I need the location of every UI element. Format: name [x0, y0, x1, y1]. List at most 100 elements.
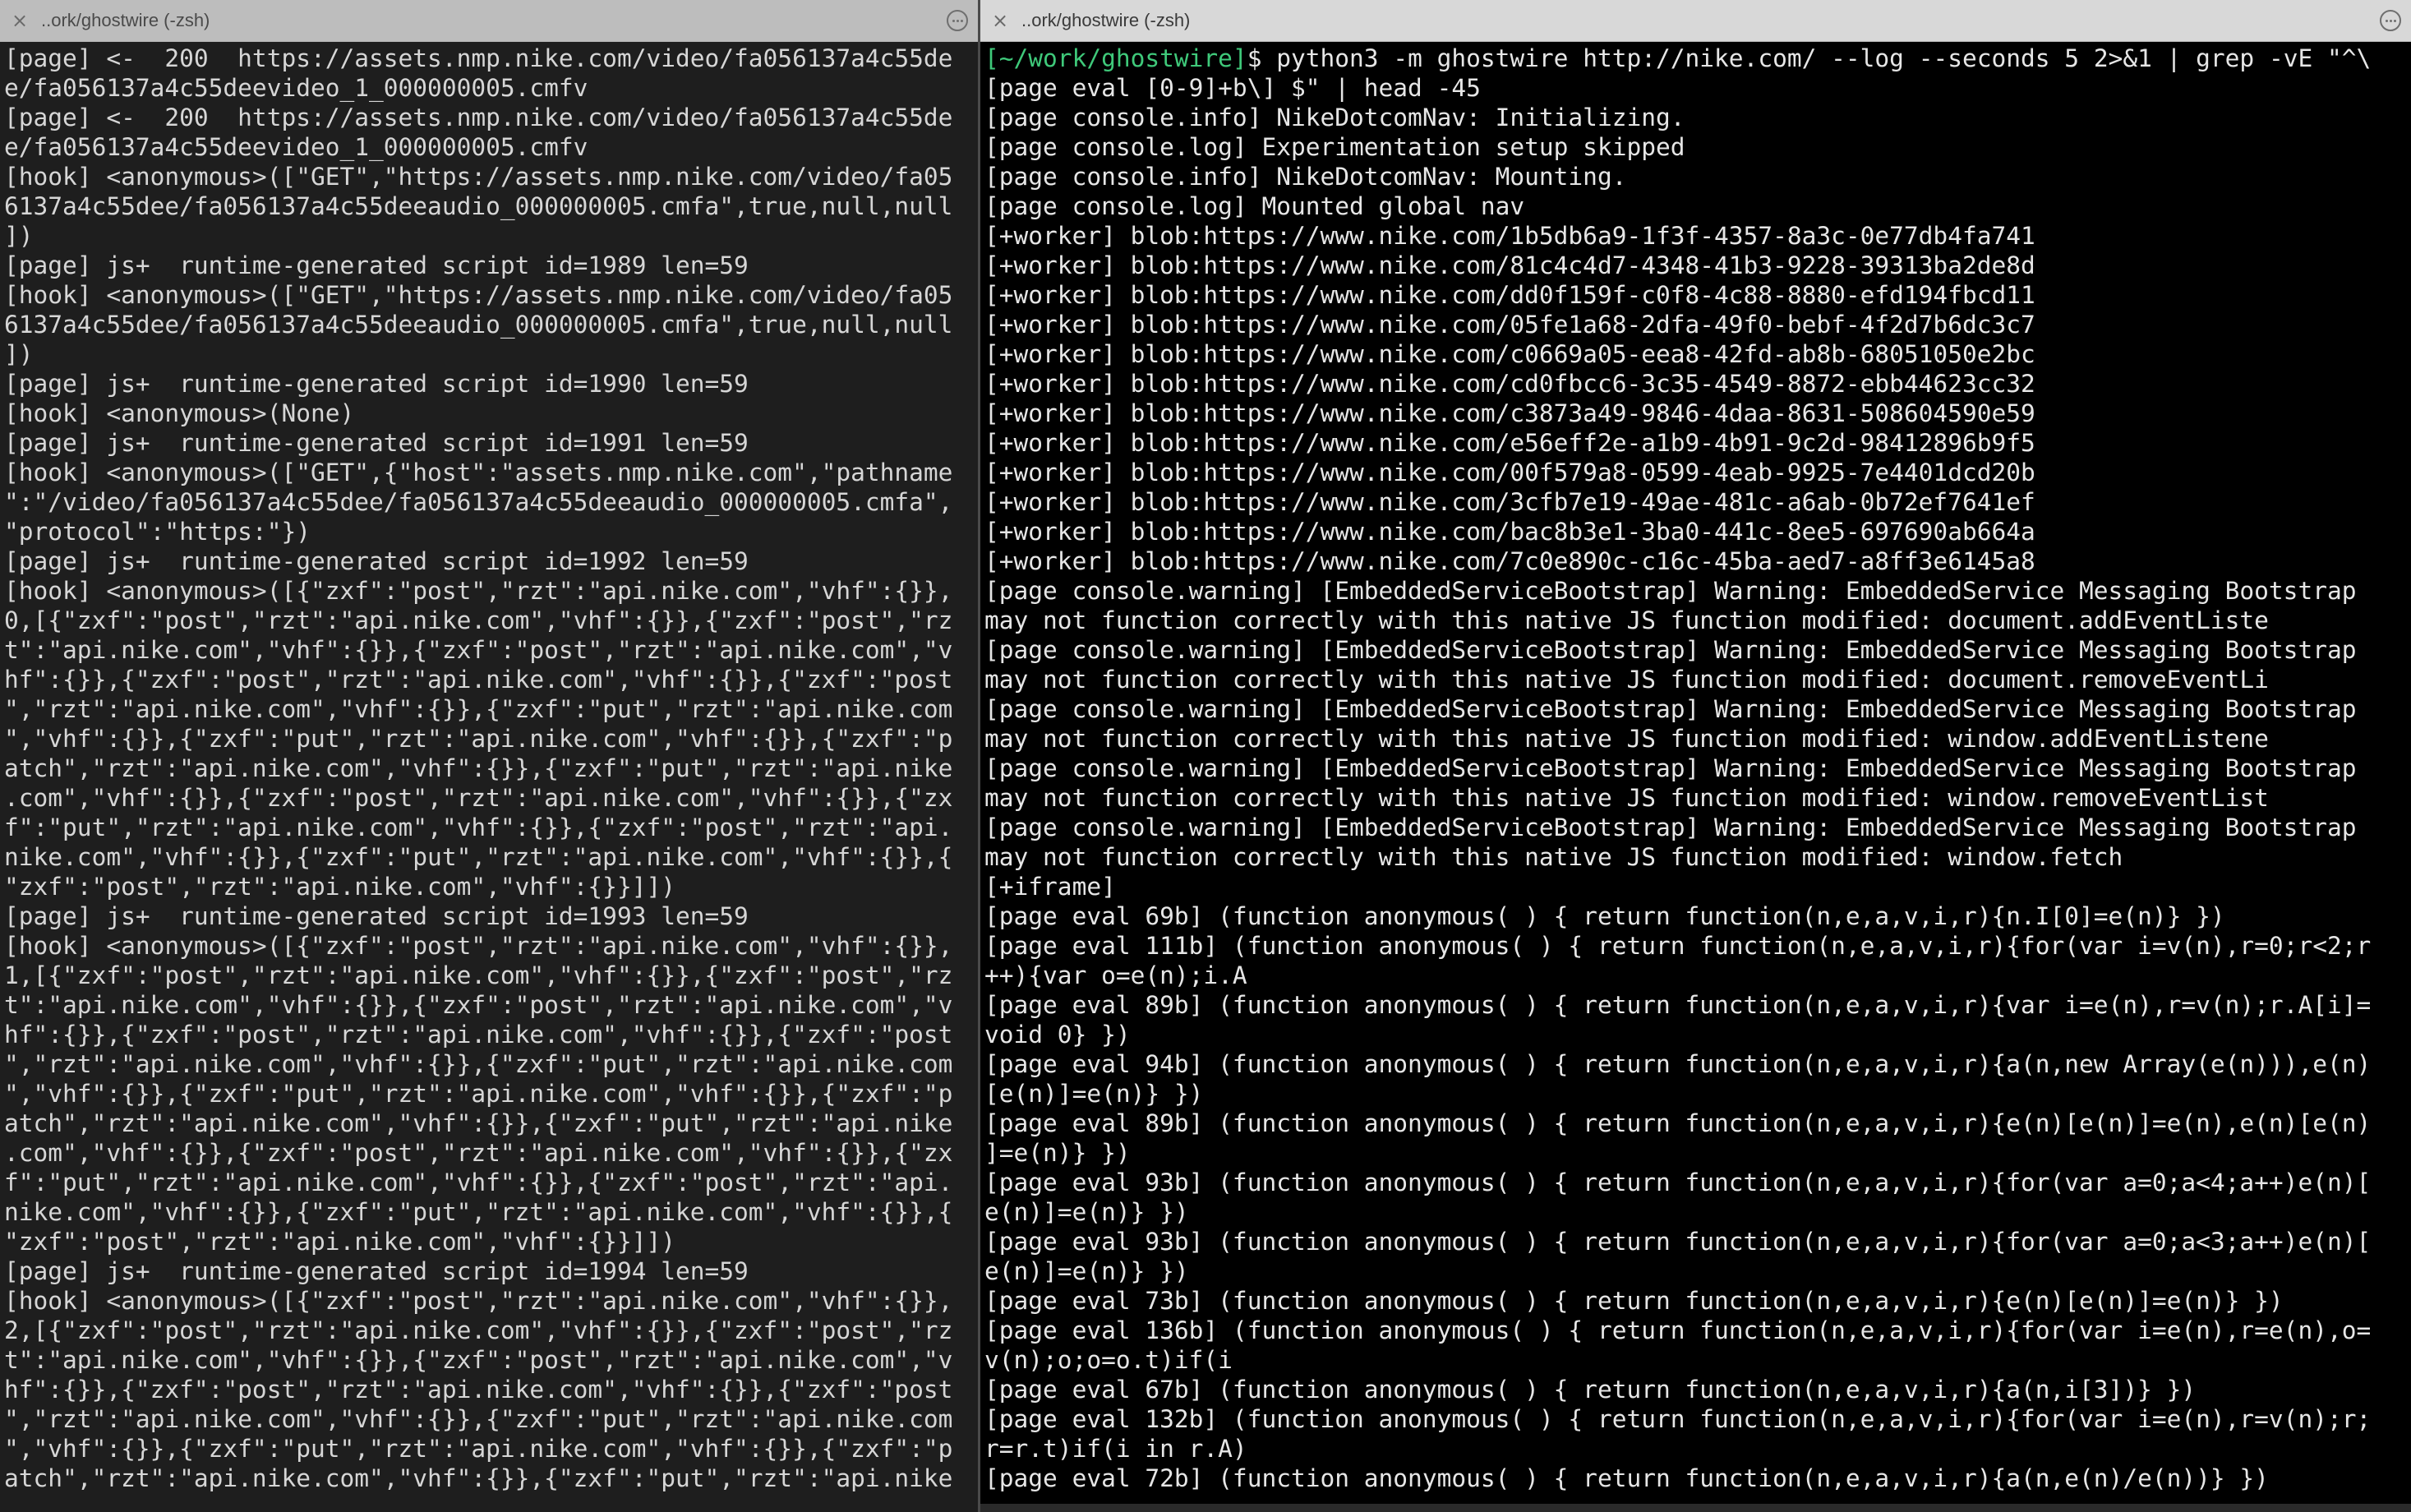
terminal-line: t":"api.nike.com","vhf":{}},{"zxf":"post…: [4, 636, 953, 664]
terminal-line: atch","rzt":"api.nike.com","vhf":{}},{"z…: [4, 1109, 953, 1137]
terminal-line: [page eval 94b] (function anonymous( ) {…: [984, 1050, 2372, 1078]
terminal-line: [+worker] blob:https://www.nike.com/1b5d…: [984, 222, 2035, 250]
terminal-line: may not function correctly with this nat…: [984, 843, 2123, 871]
terminal-line: 6137a4c55dee/fa056137a4c55deeaudio_00000…: [4, 192, 953, 220]
terminal-line: ":"/video/fa056137a4c55dee/fa056137a4c55…: [4, 488, 953, 516]
terminal-line: ","rzt":"api.nike.com","vhf":{}},{"zxf":…: [4, 1050, 953, 1078]
terminal-line: [page console.warning] [EmbeddedServiceB…: [984, 814, 2357, 841]
terminal-line: hf":{}},{"zxf":"post","rzt":"api.nike.co…: [4, 666, 953, 694]
terminal-line: ","rzt":"api.nike.com","vhf":{}},{"zxf":…: [4, 1405, 953, 1433]
command-text: python3 -m ghostwire http://nike.com/ --…: [1261, 44, 2372, 72]
terminal-line: [+worker] blob:https://www.nike.com/cd0f…: [984, 370, 2035, 398]
terminal-line: [+worker] blob:https://www.nike.com/dd0f…: [984, 281, 2035, 309]
terminal-line: [page] js+ runtime-generated script id=1…: [4, 429, 749, 457]
terminal-line: f":"put","rzt":"api.nike.com","vhf":{}},…: [4, 1169, 953, 1196]
terminal-line: [page] js+ runtime-generated script id=1…: [4, 251, 749, 279]
terminal-line: [page console.info] NikeDotcomNav: Initi…: [984, 104, 1685, 131]
terminal-line: void 0} }): [984, 1021, 1131, 1049]
terminal-line: 6137a4c55dee/fa056137a4c55deeaudio_00000…: [4, 311, 953, 339]
terminal-output-left[interactable]: [page] <- 200 https://assets.nmp.nike.co…: [0, 42, 978, 1512]
terminal-line: [page eval 67b] (function anonymous( ) {…: [984, 1376, 2197, 1404]
terminal-line: r=r.t)if(i in r.A): [984, 1435, 1247, 1463]
terminal-line: e(n)]=e(n)} }): [984, 1257, 1189, 1285]
terminal-line: [page eval 93b] (function anonymous( ) {…: [984, 1169, 2372, 1196]
terminal-line: [page console.warning] [EmbeddedServiceB…: [984, 636, 2357, 664]
close-icon[interactable]: ×: [990, 11, 1010, 30]
terminal-line: [+worker] blob:https://www.nike.com/81c4…: [984, 251, 2035, 279]
terminal-line: [page eval 89b] (function anonymous( ) {…: [984, 1109, 2372, 1137]
screen: × ..ork/ghostwire (-zsh) [page] <- 200 h…: [0, 0, 2411, 1512]
terminal-line: [page eval 93b] (function anonymous( ) {…: [984, 1228, 2372, 1256]
terminal-line: [page eval 72b] (function anonymous( ) {…: [984, 1464, 2269, 1492]
terminal-line: [page console.log] Experimentation setup…: [984, 133, 1685, 161]
terminal-line: nike.com","vhf":{}},{"zxf":"put","rzt":"…: [4, 843, 953, 871]
terminal-line: [page console.log] Mounted global nav: [984, 192, 1525, 220]
terminal-output-right[interactable]: [~/work/ghostwire]$ python3 -m ghostwire…: [980, 42, 2411, 1512]
terminal-line: [page eval [0-9]+b\] $" | head -45: [984, 74, 1481, 102]
prompt-line: [~/work/ghostwire]$ python3 -m ghostwire…: [984, 44, 2411, 73]
terminal-line: .com","vhf":{}},{"zxf":"post","rzt":"api…: [4, 1139, 953, 1167]
terminal-line: ","rzt":"api.nike.com","vhf":{}},{"zxf":…: [4, 695, 953, 723]
terminal-line: 2,[{"zxf":"post","rzt":"api.nike.com","v…: [4, 1316, 953, 1344]
terminal-line: may not function correctly with this nat…: [984, 725, 2269, 753]
terminal-line: [page eval 73b] (function anonymous( ) {…: [984, 1287, 2284, 1315]
terminal-line: [hook] <anonymous>(["GET",{"host":"asset…: [4, 459, 953, 486]
terminal-line: 1,[{"zxf":"post","rzt":"api.nike.com","v…: [4, 961, 953, 989]
terminal-line: [+worker] blob:https://www.nike.com/e56e…: [984, 429, 2035, 457]
terminal-line: nike.com","vhf":{}},{"zxf":"put","rzt":"…: [4, 1198, 953, 1226]
terminal-line: [page console.warning] [EmbeddedServiceB…: [984, 577, 2357, 605]
terminal-line: ","vhf":{}},{"zxf":"put","rzt":"api.nike…: [4, 1080, 953, 1108]
terminal-line: hf":{}},{"zxf":"post","rzt":"api.nike.co…: [4, 1021, 953, 1049]
terminal-line: ]): [4, 222, 34, 250]
terminal-line: [hook] <anonymous>([{"zxf":"post","rzt":…: [4, 577, 953, 605]
terminal-line: [hook] <anonymous>([{"zxf":"post","rzt":…: [4, 932, 953, 960]
terminal-pane-right[interactable]: × ..ork/ghostwire (-zsh) [~/work/ghostwi…: [980, 0, 2411, 1512]
tab-bar-left[interactable]: × ..ork/ghostwire (-zsh): [0, 0, 978, 42]
terminal-line: [hook] <anonymous>(None): [4, 399, 355, 427]
terminal-line: [page] <- 200 https://assets.nmp.nike.co…: [4, 104, 953, 131]
terminal-line: [+worker] blob:https://www.nike.com/00f5…: [984, 459, 2035, 486]
terminal-line: f":"put","rzt":"api.nike.com","vhf":{}},…: [4, 814, 953, 841]
terminal-line: ","vhf":{}},{"zxf":"put","rzt":"api.nike…: [4, 725, 953, 753]
terminal-line: [page] js+ runtime-generated script id=1…: [4, 547, 749, 575]
terminal-line: [+worker] blob:https://www.nike.com/7c0e…: [984, 547, 2035, 575]
terminal-line: hf":{}},{"zxf":"post","rzt":"api.nike.co…: [4, 1376, 953, 1404]
terminal-line: [+worker] blob:https://www.nike.com/bac8…: [984, 518, 2035, 546]
terminal-line: t":"api.nike.com","vhf":{}},{"zxf":"post…: [4, 991, 953, 1019]
close-icon[interactable]: ×: [10, 11, 30, 30]
terminal-line: [page console.info] NikeDotcomNav: Mount…: [984, 163, 1627, 191]
terminal-line: [page eval 69b] (function anonymous( ) {…: [984, 902, 2225, 930]
terminal-line: [hook] <anonymous>(["GET","https://asset…: [4, 281, 953, 309]
terminal-line: may not function correctly with this nat…: [984, 666, 2269, 694]
prompt-sign: $: [1247, 44, 1262, 72]
terminal-line: may not function correctly with this nat…: [984, 606, 2269, 634]
terminal-line: v(n);o;o=o.t)if(i: [984, 1346, 1233, 1374]
terminal-line: may not function correctly with this nat…: [984, 784, 2269, 812]
terminal-line: 0,[{"zxf":"post","rzt":"api.nike.com","v…: [4, 606, 953, 634]
terminal-line: [+worker] blob:https://www.nike.com/c387…: [984, 399, 2035, 427]
terminal-line: e(n)]=e(n)} }): [984, 1198, 1189, 1226]
more-options-icon[interactable]: [2380, 10, 2401, 31]
tab-bar-right[interactable]: × ..ork/ghostwire (-zsh): [980, 0, 2411, 42]
tab-title-right[interactable]: ..ork/ghostwire (-zsh): [1021, 10, 2380, 31]
terminal-line: "protocol":"https:"}): [4, 518, 311, 546]
terminal-line: ","vhf":{}},{"zxf":"put","rzt":"api.nike…: [4, 1435, 953, 1463]
tab-title-left[interactable]: ..ork/ghostwire (-zsh): [41, 10, 947, 31]
terminal-line: [hook] <anonymous>([{"zxf":"post","rzt":…: [4, 1287, 953, 1315]
terminal-line: [page] <- 200 https://assets.nmp.nike.co…: [4, 44, 953, 72]
more-options-icon[interactable]: [947, 10, 968, 31]
terminal-line: [page eval 136b] (function anonymous( ) …: [984, 1316, 2372, 1344]
terminal-pane-left[interactable]: × ..ork/ghostwire (-zsh) [page] <- 200 h…: [0, 0, 978, 1512]
terminal-line: [page eval 132b] (function anonymous( ) …: [984, 1405, 2372, 1433]
terminal-line: t":"api.nike.com","vhf":{}},{"zxf":"post…: [4, 1346, 953, 1374]
terminal-line: [hook] <anonymous>(["GET","https://asset…: [4, 163, 953, 191]
terminal-line: [page] js+ runtime-generated script id=1…: [4, 1257, 749, 1285]
terminal-line: [+iframe]: [984, 873, 1116, 901]
terminal-line: atch","rzt":"api.nike.com","vhf":{}},{"z…: [4, 1464, 953, 1492]
terminal-line: ++){var o=e(n);i.A: [984, 961, 1247, 989]
terminal-line: .com","vhf":{}},{"zxf":"post","rzt":"api…: [4, 784, 953, 812]
terminal-line: [+worker] blob:https://www.nike.com/05fe…: [984, 311, 2035, 339]
terminal-line: [page eval 111b] (function anonymous( ) …: [984, 932, 2372, 960]
terminal-line: [page console.warning] [EmbeddedServiceB…: [984, 754, 2357, 782]
terminal-line: e/fa056137a4c55deevideo_1_000000005.cmfv: [4, 133, 588, 161]
